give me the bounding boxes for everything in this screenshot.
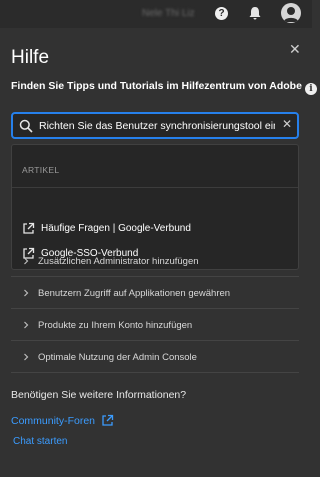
topic-item[interactable]: Benutzern Zugriff auf Applikationen gewä… <box>11 278 299 309</box>
community-forums-label: Community-Foren <box>11 414 96 427</box>
user-name[interactable]: Nele Thi Liz <box>142 8 195 19</box>
topic-label: Optimale Nutzung der Admin Console <box>38 351 197 363</box>
top-bar: Nele Thi Liz ? <box>0 0 312 28</box>
topic-item[interactable]: Produkte zu Ihrem Konto hinzufügen <box>11 310 299 341</box>
topic-item[interactable]: Optimale Nutzung der Admin Console <box>11 342 299 373</box>
community-forums-link[interactable]: Community-Foren <box>11 414 114 427</box>
more-info-text: Benötigen Sie weitere Informationen? <box>11 389 187 401</box>
chevron-right-icon <box>24 353 29 361</box>
panel-subtitle: Finden Sie Tipps und Tutorials im Hilfez… <box>11 80 317 95</box>
topic-item[interactable]: Zusätzlichen Administrator hinzufügen <box>11 246 299 277</box>
article-label: Häufige Fragen | Google-Verbund <box>41 222 191 234</box>
help-circle-icon[interactable]: ? <box>215 7 228 20</box>
avatar-icon[interactable] <box>281 3 301 23</box>
chevron-right-icon <box>24 289 29 297</box>
panel-title: Hilfe <box>11 47 50 68</box>
topic-label: Benutzern Zugriff auf Applikationen gewä… <box>38 287 231 299</box>
divider <box>12 187 298 188</box>
chevron-right-icon <box>24 257 29 265</box>
bell-icon[interactable] <box>248 6 262 21</box>
external-link-icon <box>102 414 114 426</box>
topic-label: Produkte zu Ihrem Konto hinzufügen <box>38 319 193 331</box>
article-link[interactable]: Häufige Fragen | Google-Verbund <box>22 220 191 236</box>
subtitle-text: Finden Sie Tipps und Tutorials im Hilfez… <box>11 80 302 92</box>
external-link-icon <box>23 222 35 234</box>
topic-label: Zusätzlichen Administrator hinzufügen <box>38 255 199 267</box>
search-icon <box>19 119 33 133</box>
articles-heading: ARTIKEL <box>22 165 60 175</box>
clear-icon[interactable]: ✕ <box>282 117 292 131</box>
search-input[interactable] <box>39 117 275 135</box>
help-panel: ✕ Hilfe Finden Sie Tipps und Tutorials i… <box>0 28 317 477</box>
search-box: ✕ <box>11 112 299 139</box>
chevron-right-icon <box>24 321 29 329</box>
info-icon[interactable]: i <box>304 83 317 95</box>
close-icon[interactable]: ✕ <box>289 42 301 56</box>
start-chat-link[interactable]: Chat starten <box>13 436 67 447</box>
